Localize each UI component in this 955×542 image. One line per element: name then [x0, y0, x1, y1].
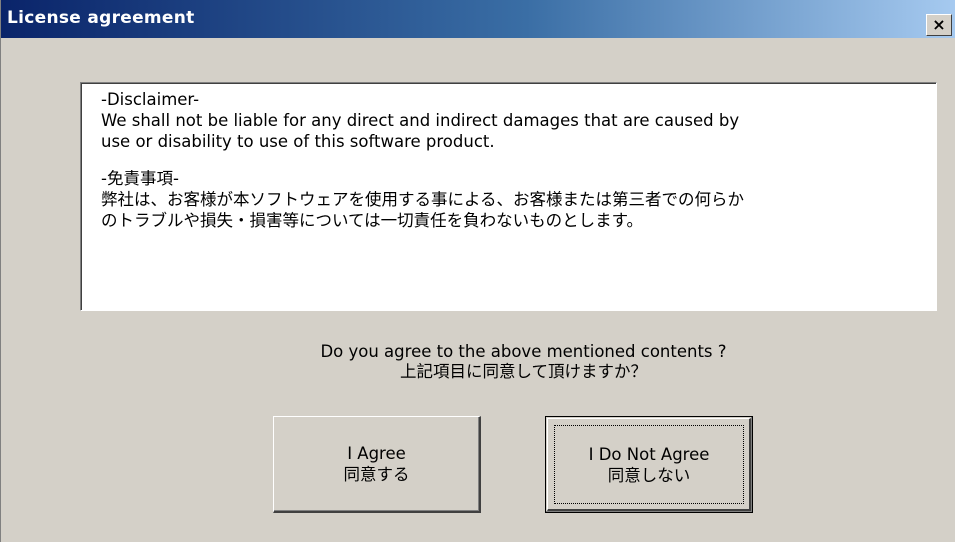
license-dialog: License agreement × -Disclaimer- We shal…: [0, 0, 955, 542]
question-japanese: 上記項目に同意して頂けますか？: [399, 362, 647, 381]
title-bar[interactable]: License agreement ×: [1, 0, 955, 38]
close-icon: ×: [932, 15, 946, 34]
agreement-question: Do you agree to the above mentioned cont…: [1, 342, 955, 382]
window-title: License agreement: [7, 8, 195, 28]
agree-label-english: I Agree: [347, 444, 406, 463]
disagree-button[interactable]: I Do Not Agree 同意しない: [545, 416, 753, 513]
disagree-label-english: I Do Not Agree: [588, 444, 710, 464]
disagree-label-japanese: 同意しない: [607, 465, 691, 485]
agree-label-japanese: 同意する: [343, 465, 410, 484]
disclaimer-japanese: -免責事項- 弊社は、お客様が本ソフトウェアを使用する事による、お客様または第三…: [101, 169, 745, 230]
close-button[interactable]: ×: [926, 14, 952, 36]
agree-button[interactable]: I Agree 同意する: [273, 416, 481, 513]
agreement-textbox[interactable]: -Disclaimer- We shall not be liable for …: [80, 82, 937, 311]
disclaimer-english: -Disclaimer- We shall not be liable for …: [101, 90, 740, 151]
question-english: Do you agree to the above mentioned cont…: [320, 342, 727, 361]
